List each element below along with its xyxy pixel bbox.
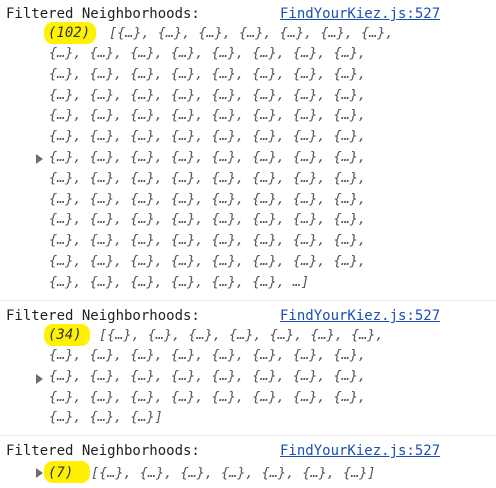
- array-preview-line: [{…}, {…}, {…}, {…}, {…}, {…}, {…},: [99, 327, 384, 343]
- array-preview-line: {…}, {…}, {…}, {…}, {…}, {…}, {…}, {…},: [49, 232, 366, 249]
- log-message: Filtered Neighborhoods:: [6, 443, 200, 459]
- array-preview-line: [{…}, {…}, {…}, {…}, {…}, {…}, {…}]: [91, 465, 376, 481]
- expand-triangle-icon[interactable]: [36, 468, 43, 478]
- array-count: (7): [48, 465, 74, 481]
- expand-triangle-icon[interactable]: [36, 374, 43, 384]
- array-preview-line: {…}, {…}, {…}, {…}, {…}, {…}, {…}, {…},: [49, 190, 366, 207]
- array-preview-line: {…}, {…}, {…}]: [49, 409, 163, 426]
- array-preview-line: [{…}, {…}, {…}, {…}, {…}, {…}, {…},: [109, 25, 394, 41]
- divider: [0, 435, 496, 436]
- source-link[interactable]: FindYourKiez.js:527: [280, 442, 440, 460]
- array-preview-line: {…}, {…}, {…}, {…}, {…}, {…}, {…}, {…},: [49, 367, 366, 384]
- array-preview-line: {…}, {…}, {…}, {…}, {…}, {…}, {…}, {…},: [49, 149, 366, 165]
- array-preview-line: {…}, {…}, {…}, {…}, {…}, {…}, {…}, {…},: [49, 169, 366, 186]
- array-preview-line: {…}, {…}, {…}, {…}, {…}, {…}, …]: [49, 273, 310, 290]
- source-link[interactable]: FindYourKiez.js:527: [280, 5, 440, 23]
- array-preview-line: {…}, {…}, {…}, {…}, {…}, {…}, {…}, {…},: [49, 253, 366, 269]
- console-log-entry-3: Filtered Neighborhoods: FindYourKiez.js:…: [0, 440, 496, 462]
- expand-triangle-icon[interactable]: [36, 154, 43, 164]
- array-preview-line: {…}, {…}, {…}, {…}, {…}, {…}, {…}, {…},: [49, 45, 366, 61]
- array-preview-line: {…}, {…}, {…}, {…}, {…}, {…}, {…}, {…},: [49, 86, 366, 103]
- array-count: (102): [48, 25, 91, 41]
- log-message: Filtered Neighborhoods:: [6, 6, 200, 22]
- divider: [0, 300, 496, 301]
- array-preview-line: {…}, {…}, {…}, {…}, {…}, {…}, {…}, {…},: [49, 388, 366, 405]
- array-count: (34): [48, 327, 82, 343]
- array-preview-line: {…}, {…}, {…}, {…}, {…}, {…}, {…}, {…},: [49, 347, 366, 363]
- array-preview-line: {…}, {…}, {…}, {…}, {…}, {…}, {…}, {…},: [49, 128, 366, 145]
- array-preview-line: {…}, {…}, {…}, {…}, {…}, {…}, {…}, {…},: [49, 65, 366, 82]
- source-link[interactable]: FindYourKiez.js:527: [280, 307, 440, 325]
- array-preview-line: {…}, {…}, {…}, {…}, {…}, {…}, {…}, {…},: [49, 211, 366, 228]
- log-message: Filtered Neighborhoods:: [6, 308, 200, 324]
- array-preview-line: {…}, {…}, {…}, {…}, {…}, {…}, {…}, {…},: [49, 107, 366, 124]
